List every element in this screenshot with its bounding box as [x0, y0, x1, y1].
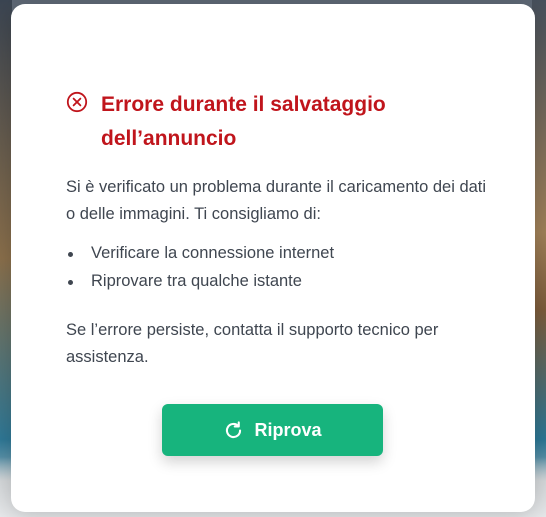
retry-button-label: Riprova	[254, 419, 322, 440]
error-message: Si è verificato un problema durante il c…	[66, 178, 487, 223]
suggestion-item: Riprovare tra qualche istante	[66, 268, 495, 295]
refresh-icon	[226, 420, 242, 438]
support-note: Se l’errore persiste, contatta il suppor…	[66, 321, 439, 366]
dialog-title: Errore durante il salvataggio dell’annun…	[101, 93, 386, 150]
suggestion-item: Verificare la connessione internet	[66, 240, 495, 267]
dialog-body: Si è verificato un problema durante il c…	[66, 174, 495, 371]
dialog-header: Errore durante il salvataggio dell’annun…	[66, 88, 495, 156]
suggestion-list: Verificare la connessione internet Ripro…	[66, 240, 495, 295]
error-circle-x-icon	[66, 91, 88, 113]
retry-button[interactable]: Riprova	[162, 404, 383, 456]
error-dialog: Errore durante il salvataggio dell’annun…	[11, 4, 535, 512]
